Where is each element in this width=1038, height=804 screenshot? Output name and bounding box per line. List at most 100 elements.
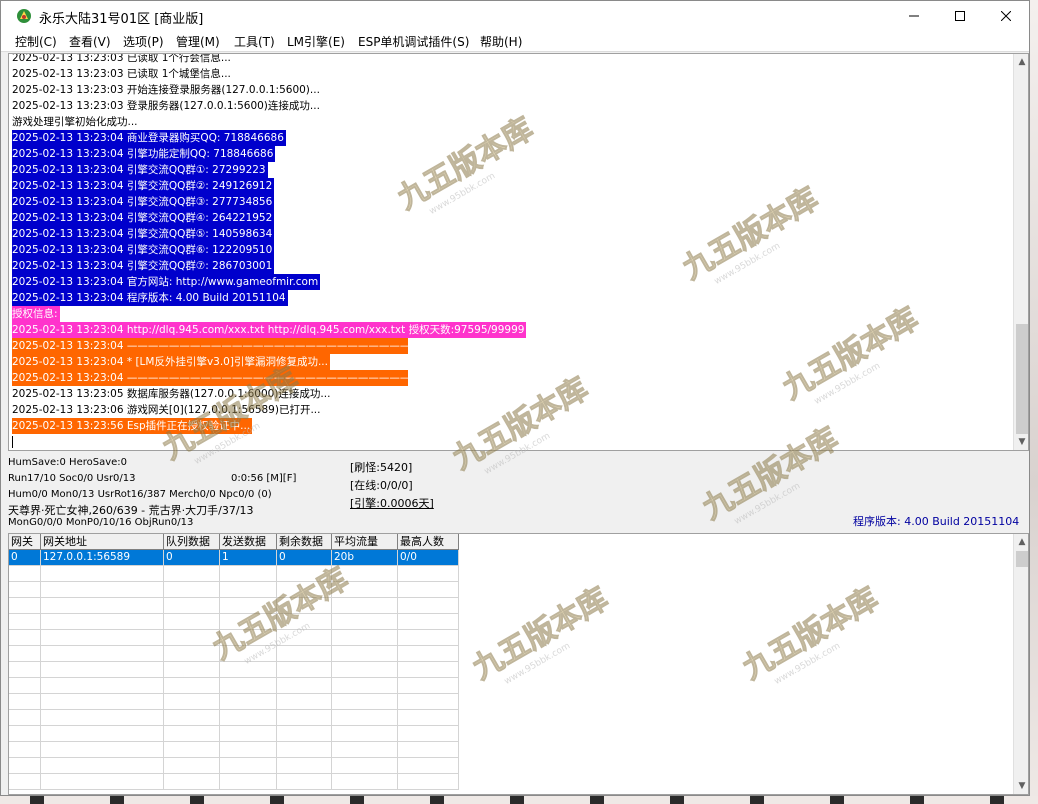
table-empty-cell[interactable]: [164, 694, 220, 710]
table-empty-cell[interactable]: [220, 598, 277, 614]
table-empty-cell[interactable]: [220, 758, 277, 774]
table-empty-cell[interactable]: [277, 646, 332, 662]
table-empty-cell[interactable]: [9, 646, 41, 662]
table-empty-cell[interactable]: [398, 662, 459, 678]
table-empty-cell[interactable]: [41, 598, 164, 614]
grid-header-cell[interactable]: 队列数据: [164, 534, 220, 550]
table-empty-cell[interactable]: [41, 630, 164, 646]
table-empty-cell[interactable]: [41, 614, 164, 630]
table-empty-cell[interactable]: [9, 598, 41, 614]
grid-header-cell[interactable]: 发送数据: [220, 534, 277, 550]
table-empty-cell[interactable]: [398, 582, 459, 598]
table-empty-cell[interactable]: [277, 726, 332, 742]
table-empty-cell[interactable]: [332, 614, 398, 630]
table-empty-cell[interactable]: [220, 742, 277, 758]
title-bar[interactable]: 永乐大陆31号01区 [商业版]: [1, 1, 1029, 31]
table-empty-cell[interactable]: [9, 710, 41, 726]
table-empty-cell[interactable]: [9, 774, 41, 790]
table-empty-cell[interactable]: [332, 742, 398, 758]
table-empty-cell[interactable]: [220, 710, 277, 726]
table-empty-cell[interactable]: [332, 598, 398, 614]
log-panel[interactable]: 2025-02-13 13:23:03 已读取 1个行会信息... 2025-02…: [8, 53, 1029, 451]
grid-scroll-thumb[interactable]: [1016, 551, 1028, 567]
table-empty-cell[interactable]: [164, 678, 220, 694]
status-engine[interactable]: [引擎:0.0006天]: [350, 495, 434, 511]
table-empty-cell[interactable]: [164, 598, 220, 614]
log-scrollbar[interactable]: ▲ ▼: [1013, 54, 1028, 450]
grid-scroll-down-icon[interactable]: ▼: [1014, 778, 1028, 794]
menu-esp-plugin[interactable]: ESP单机调试插件(S): [358, 33, 469, 50]
grid-scrollbar[interactable]: ▲ ▼: [1013, 534, 1028, 794]
table-row-cell[interactable]: 1: [220, 550, 277, 566]
table-row-cell[interactable]: 0: [9, 550, 41, 566]
table-row-cell[interactable]: 0/0: [398, 550, 459, 566]
table-empty-cell[interactable]: [332, 726, 398, 742]
table-empty-cell[interactable]: [41, 758, 164, 774]
table-empty-cell[interactable]: [277, 678, 332, 694]
table-empty-cell[interactable]: [220, 646, 277, 662]
table-empty-cell[interactable]: [9, 566, 41, 582]
menu-tools[interactable]: 工具(T): [234, 33, 275, 50]
table-empty-cell[interactable]: [9, 614, 41, 630]
table-row-cell[interactable]: 0: [164, 550, 220, 566]
table-empty-cell[interactable]: [277, 710, 332, 726]
table-empty-cell[interactable]: [41, 678, 164, 694]
table-empty-cell[interactable]: [332, 566, 398, 582]
table-empty-cell[interactable]: [220, 630, 277, 646]
table-empty-cell[interactable]: [164, 566, 220, 582]
table-empty-cell[interactable]: [332, 774, 398, 790]
table-empty-cell[interactable]: [398, 710, 459, 726]
table-empty-cell[interactable]: [41, 646, 164, 662]
table-empty-cell[interactable]: [9, 742, 41, 758]
table-empty-cell[interactable]: [41, 742, 164, 758]
grid-scroll-up-icon[interactable]: ▲: [1014, 534, 1028, 550]
table-empty-cell[interactable]: [9, 662, 41, 678]
table-empty-cell[interactable]: [164, 774, 220, 790]
grid-header-cell[interactable]: 剩余数据: [277, 534, 332, 550]
gateway-grid-panel[interactable]: 网关 网关地址 队列数据 发送数据 剩余数据 平均流量 最高人数 0 127.0.0.1:565…: [8, 533, 1029, 795]
table-row-cell[interactable]: 20b: [332, 550, 398, 566]
table-empty-cell[interactable]: [277, 662, 332, 678]
table-empty-cell[interactable]: [220, 774, 277, 790]
table-empty-cell[interactable]: [164, 742, 220, 758]
table-empty-cell[interactable]: [277, 598, 332, 614]
table-empty-cell[interactable]: [9, 726, 41, 742]
menu-options[interactable]: 选项(P): [123, 33, 164, 50]
table-empty-cell[interactable]: [41, 582, 164, 598]
table-empty-cell[interactable]: [164, 662, 220, 678]
table-empty-cell[interactable]: [220, 662, 277, 678]
table-empty-cell[interactable]: [164, 614, 220, 630]
table-empty-cell[interactable]: [9, 694, 41, 710]
table-empty-cell[interactable]: [220, 726, 277, 742]
table-row-cell[interactable]: 0: [277, 550, 332, 566]
table-empty-cell[interactable]: [277, 742, 332, 758]
table-empty-cell[interactable]: [398, 614, 459, 630]
grid-header-cell[interactable]: 网关地址: [41, 534, 164, 550]
table-empty-cell[interactable]: [332, 710, 398, 726]
table-empty-cell[interactable]: [277, 758, 332, 774]
table-empty-cell[interactable]: [277, 582, 332, 598]
table-empty-cell[interactable]: [220, 694, 277, 710]
grid-header-cell[interactable]: 平均流量: [332, 534, 398, 550]
table-empty-cell[interactable]: [164, 582, 220, 598]
table-empty-cell[interactable]: [398, 566, 459, 582]
table-empty-cell[interactable]: [277, 774, 332, 790]
scroll-up-icon[interactable]: ▲: [1014, 54, 1028, 70]
table-empty-cell[interactable]: [220, 678, 277, 694]
scroll-down-icon[interactable]: ▼: [1014, 434, 1028, 450]
table-empty-cell[interactable]: [332, 662, 398, 678]
table-empty-cell[interactable]: [332, 694, 398, 710]
table-empty-cell[interactable]: [41, 694, 164, 710]
table-empty-cell[interactable]: [277, 614, 332, 630]
table-empty-cell[interactable]: [164, 646, 220, 662]
scroll-thumb[interactable]: [1016, 324, 1028, 434]
table-empty-cell[interactable]: [398, 598, 459, 614]
table-empty-cell[interactable]: [277, 694, 332, 710]
table-empty-cell[interactable]: [41, 566, 164, 582]
table-empty-cell[interactable]: [164, 758, 220, 774]
table-empty-cell[interactable]: [277, 630, 332, 646]
table-empty-cell[interactable]: [220, 566, 277, 582]
table-empty-cell[interactable]: [164, 630, 220, 646]
menu-lm-engine[interactable]: LM引擎(E): [287, 33, 345, 50]
table-empty-cell[interactable]: [398, 774, 459, 790]
